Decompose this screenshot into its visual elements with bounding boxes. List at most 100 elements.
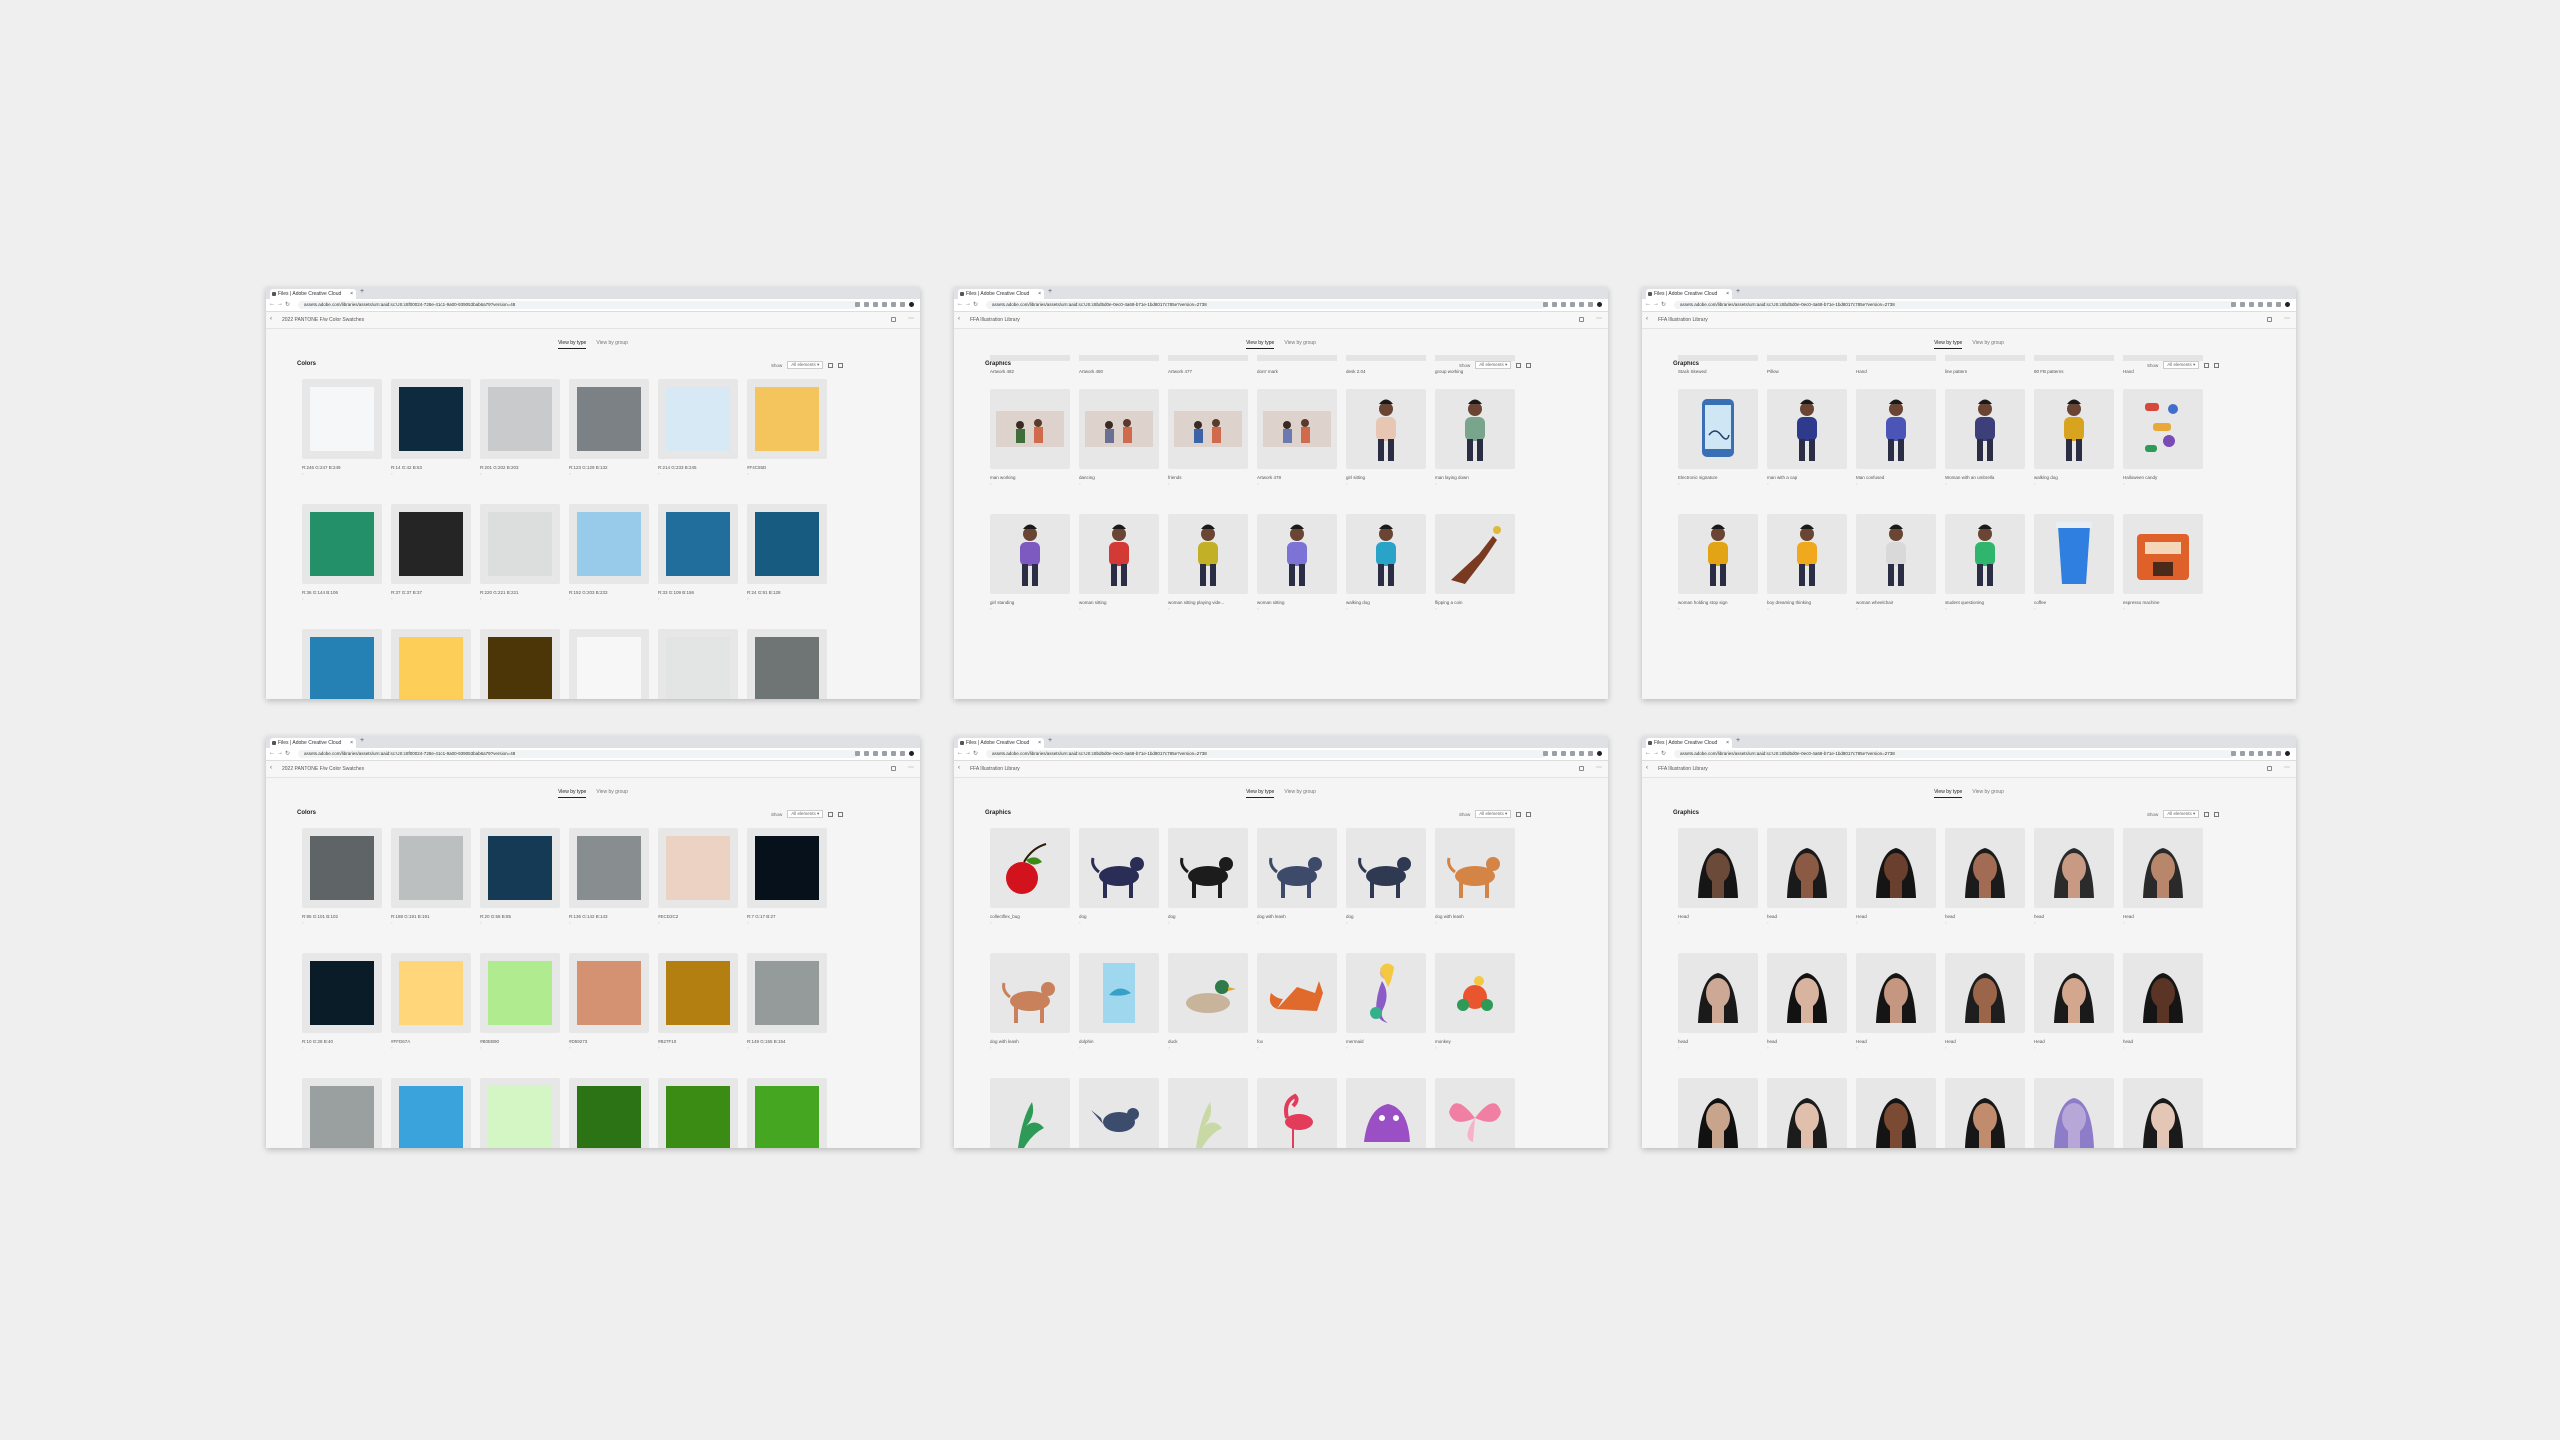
share-icon[interactable]: [891, 766, 896, 771]
asset-thumbnail[interactable]: [1856, 828, 1936, 908]
forward-arrow-icon[interactable]: →: [1653, 301, 1659, 307]
asset-card[interactable]: Artwork 480: [1079, 355, 1159, 374]
close-icon[interactable]: ×: [350, 738, 353, 748]
extension-icon[interactable]: [2267, 302, 2272, 307]
url-input[interactable]: assets.adobe.com/libraries/assets/urn:aa…: [986, 301, 1546, 309]
asset-card[interactable]: ▫: [391, 1078, 471, 1148]
extension-icon[interactable]: [2240, 302, 2245, 307]
extension-icon[interactable]: [1552, 302, 1557, 307]
reload-icon[interactable]: ↻: [285, 301, 290, 308]
asset-card[interactable]: #ECD2C2 ▫: [658, 828, 738, 925]
asset-thumbnail[interactable]: [1767, 1078, 1847, 1148]
asset-card[interactable]: ▫: [1079, 1078, 1159, 1148]
asset-thumbnail[interactable]: [1856, 514, 1936, 594]
asset-card[interactable]: friends ▫: [1168, 389, 1248, 486]
asset-card[interactable]: R:220 G:221 B:221 ▫: [480, 504, 560, 601]
tab-view-by-type[interactable]: View by type: [558, 340, 587, 349]
extension-icon[interactable]: [1561, 302, 1566, 307]
close-icon[interactable]: ×: [1038, 289, 1041, 299]
asset-thumbnail[interactable]: [1346, 1078, 1426, 1148]
tab-view-by-type[interactable]: View by type: [558, 789, 587, 798]
asset-card[interactable]: ▫: [569, 1078, 649, 1148]
share-icon[interactable]: [2267, 766, 2272, 771]
profile-avatar[interactable]: [2285, 751, 2290, 756]
tab-view-by-group[interactable]: View by group: [1284, 340, 1316, 348]
asset-card[interactable]: dog ▫: [1346, 828, 1426, 925]
asset-thumbnail[interactable]: [2123, 1078, 2203, 1148]
asset-thumbnail[interactable]: [1945, 953, 2025, 1033]
asset-thumbnail[interactable]: [1678, 514, 1758, 594]
asset-card[interactable]: girl sitting ▫: [1346, 389, 1426, 486]
asset-card[interactable]: Hand: [1856, 355, 1936, 374]
asset-card[interactable]: #F4C55D ▫: [747, 379, 827, 476]
extension-icon[interactable]: [873, 751, 878, 756]
asset-thumbnail[interactable]: [480, 953, 560, 1033]
asset-card[interactable]: Head ▫: [2034, 953, 2114, 1050]
extension-icon[interactable]: [2240, 751, 2245, 756]
new-tab-icon[interactable]: +: [1736, 288, 1740, 295]
asset-card[interactable]: R:246 G:247 B:249 ▫: [302, 379, 382, 476]
asset-card[interactable]: R:95 G:101 B:102 ▫: [302, 828, 382, 925]
asset-card[interactable]: Electronic signature ▫: [1678, 389, 1758, 486]
extension-icon[interactable]: [2276, 751, 2281, 756]
extension-icon[interactable]: [2231, 302, 2236, 307]
asset-thumbnail[interactable]: [480, 629, 560, 699]
asset-card[interactable]: R:214 G:233 B:245 ▫: [658, 379, 738, 476]
list-view-icon[interactable]: [2214, 362, 2220, 368]
asset-card[interactable]: Head ▫: [1945, 953, 2025, 1050]
tab-view-by-group[interactable]: View by group: [1972, 340, 2004, 348]
browser-tab[interactable]: Files | Adobe Creative Cloud ×: [270, 289, 356, 299]
more-icon[interactable]: ⋯: [908, 315, 914, 322]
extension-icon[interactable]: [1552, 751, 1557, 756]
asset-thumbnail[interactable]: [1767, 828, 1847, 908]
asset-thumbnail[interactable]: [658, 828, 738, 908]
asset-card[interactable]: ▫: [990, 1078, 1070, 1148]
asset-thumbnail[interactable]: [747, 1078, 827, 1148]
asset-thumbnail[interactable]: [990, 953, 1070, 1033]
back-icon[interactable]: ‹: [270, 765, 272, 771]
asset-card[interactable]: R:149 G:155 B:154 ▫: [747, 953, 827, 1050]
asset-thumbnail[interactable]: [302, 1078, 382, 1148]
tab-view-by-type[interactable]: View by type: [1934, 340, 1963, 349]
asset-card[interactable]: Head ▫: [1856, 953, 1936, 1050]
asset-thumbnail[interactable]: [1257, 389, 1337, 469]
asset-card[interactable]: walking dog ▫: [2034, 389, 2114, 486]
asset-card[interactable]: espresso machine ▫: [2123, 514, 2203, 611]
asset-card[interactable]: desk 2.04: [1346, 355, 1426, 374]
share-icon[interactable]: [1579, 317, 1584, 322]
extension-icon[interactable]: [891, 751, 896, 756]
asset-card[interactable]: R:136 G:142 B:143 ▫: [569, 828, 649, 925]
asset-card[interactable]: woman holding stop sign ▫: [1678, 514, 1758, 611]
asset-thumbnail[interactable]: [1346, 828, 1426, 908]
asset-thumbnail[interactable]: [1678, 828, 1758, 908]
asset-thumbnail[interactable]: [1678, 389, 1758, 469]
tab-view-by-group[interactable]: View by group: [1284, 789, 1316, 797]
extension-icon[interactable]: [882, 751, 887, 756]
asset-card[interactable]: ▫: [1767, 1078, 1847, 1148]
forward-arrow-icon[interactable]: →: [965, 750, 971, 756]
asset-thumbnail[interactable]: [480, 828, 560, 908]
asset-card[interactable]: walking dog ▫: [1346, 514, 1426, 611]
asset-thumbnail[interactable]: [747, 953, 827, 1033]
asset-card[interactable]: ▫: [1346, 1078, 1426, 1148]
extension-icon[interactable]: [891, 302, 896, 307]
browser-tab[interactable]: Files | Adobe Creative Cloud ×: [1646, 289, 1732, 299]
extension-icon[interactable]: [2231, 751, 2236, 756]
extension-icon[interactable]: [855, 751, 860, 756]
extension-icon[interactable]: [2249, 302, 2254, 307]
asset-thumbnail[interactable]: [1435, 953, 1515, 1033]
asset-thumbnail[interactable]: [747, 629, 827, 699]
asset-card[interactable]: #D59273 ▫: [569, 953, 649, 1050]
asset-thumbnail[interactable]: [658, 1078, 738, 1148]
extension-icon[interactable]: [1561, 751, 1566, 756]
asset-card[interactable]: 80 FB patterns: [2034, 355, 2114, 374]
asset-thumbnail[interactable]: [1346, 514, 1426, 594]
asset-card[interactable]: ▫: [1435, 1078, 1515, 1148]
asset-thumbnail[interactable]: [391, 1078, 471, 1148]
asset-thumbnail[interactable]: [569, 629, 649, 699]
asset-card[interactable]: Man confused ▫: [1856, 389, 1936, 486]
asset-card[interactable]: woman sitting ▫: [1079, 514, 1159, 611]
extension-icon[interactable]: [1543, 302, 1548, 307]
asset-thumbnail[interactable]: [1435, 828, 1515, 908]
asset-card[interactable]: Stack Skewed: [1678, 355, 1758, 374]
